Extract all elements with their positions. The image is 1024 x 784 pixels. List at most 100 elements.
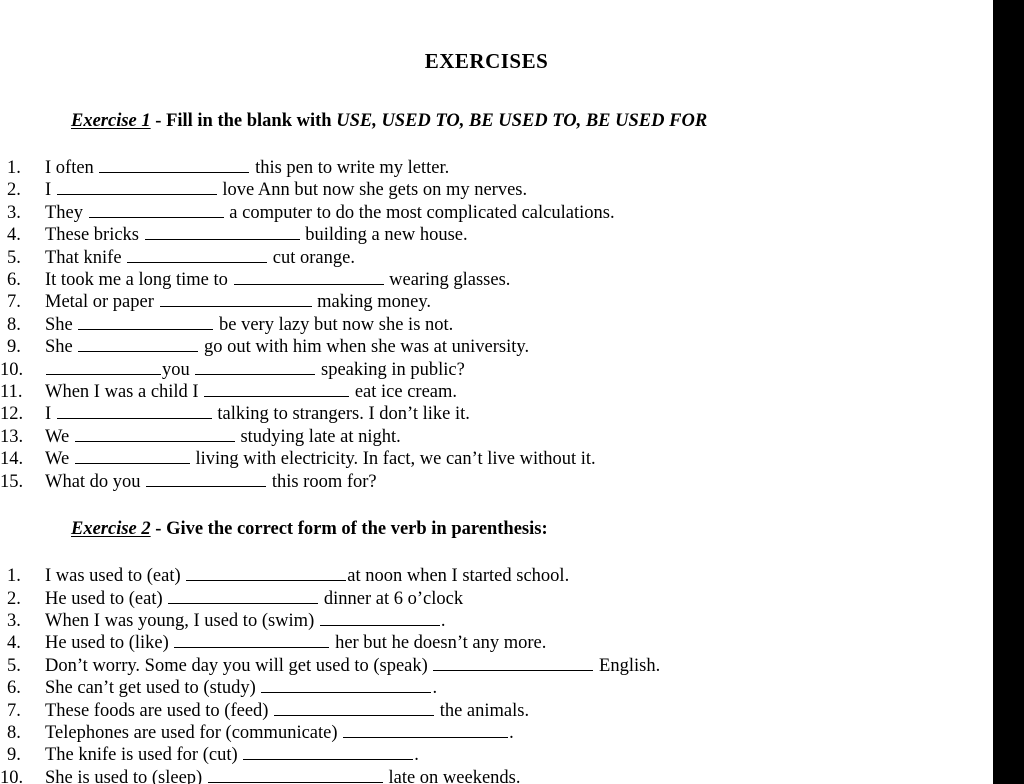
- list-item-number: 9.: [7, 745, 21, 766]
- list-item-text-before: She is used to (sleep): [45, 767, 207, 784]
- list-item: 3. When I was young, I used to (swim) .: [0, 610, 993, 632]
- list-item-number: 5.: [7, 247, 21, 268]
- list-item-text-after: talking to strangers. I don’t like it.: [212, 404, 470, 425]
- list-item-text-before: Metal or paper: [45, 292, 159, 313]
- answer-blank[interactable]: [127, 247, 268, 263]
- list-item-number: 1.: [7, 158, 21, 178]
- list-item-text-after: this room for?: [267, 471, 377, 492]
- answer-blank[interactable]: [233, 269, 384, 286]
- answer-blank[interactable]: [343, 722, 509, 738]
- list-item-text-before: They: [45, 202, 88, 223]
- list-item-text-before: That knife: [45, 247, 127, 268]
- list-item: 9. The knife is used for (cut) .: [0, 744, 993, 766]
- list-item: 8. Telephones are used for (communicate) …: [0, 722, 993, 744]
- list-item: 11. When I was a child I eat ice cream.: [0, 381, 993, 403]
- answer-blank[interactable]: [274, 700, 435, 716]
- list-item: 10. you speaking in public?: [0, 359, 993, 381]
- answer-blank[interactable]: [168, 588, 319, 604]
- list-item-number: 9.: [7, 337, 21, 358]
- list-item-number: 4.: [7, 225, 21, 246]
- list-item-text-after: making money.: [312, 292, 432, 313]
- page-edge-band: [993, 0, 1024, 784]
- list-item-text-after: .: [414, 745, 419, 766]
- answer-blank[interactable]: [433, 655, 594, 671]
- answer-blank[interactable]: [144, 224, 300, 241]
- list-item-number: 10.: [0, 767, 24, 784]
- exercise-2-heading: Exercise 2 - Give the correct form of th…: [0, 493, 993, 540]
- answer-blank[interactable]: [204, 381, 350, 398]
- answer-blank[interactable]: [56, 179, 217, 196]
- list-item-number: 7.: [7, 700, 21, 721]
- answer-blank[interactable]: [78, 314, 214, 330]
- list-item: 6. It took me a long time to wearing glas…: [0, 269, 993, 291]
- list-item-text-before: She: [45, 314, 78, 335]
- answer-blank[interactable]: [261, 677, 432, 694]
- list-item-text-after: late on weekends.: [383, 767, 521, 784]
- list-item-number: 15.: [0, 471, 24, 492]
- list-item-number: 1.: [7, 566, 21, 587]
- list-item-number: 4.: [7, 633, 21, 654]
- list-item-text-before: The knife is used for (cut): [45, 745, 243, 766]
- answer-blank[interactable]: [88, 202, 224, 218]
- page-title: EXERCISES: [424, 49, 549, 73]
- list-item: 15. What do you this room for?: [0, 471, 993, 493]
- list-item-text-before: We: [45, 449, 74, 470]
- exercise-1-forms: USE, USED TO, BE USED TO, BE USED FOR: [336, 111, 708, 131]
- exercise-1-instruction: Fill in the blank with: [166, 111, 337, 131]
- answer-blank[interactable]: [207, 767, 383, 783]
- list-item-number: 2.: [7, 180, 21, 201]
- list-item-text-middle: you: [162, 359, 195, 380]
- list-item-text-after: at noon when I started school.: [347, 566, 570, 587]
- list-item: 4. He used to (like) her but he doesn’t a…: [0, 632, 993, 654]
- exercise-1-dash: -: [150, 111, 167, 131]
- list-item-number: 5.: [7, 655, 21, 676]
- list-item-text-after: this pen to write my letter.: [250, 158, 450, 178]
- list-item: 12. I talking to strangers. I don’t like …: [0, 403, 993, 425]
- list-item-text-after: building a new house.: [300, 225, 468, 246]
- list-item-text-after: living with electricity. In fact, we can…: [190, 449, 596, 470]
- list-item-number: 11.: [0, 382, 23, 403]
- list-item: 13. We studying late at night.: [0, 426, 993, 448]
- exercise-2-dash: -: [150, 519, 167, 540]
- list-item-text-after: .: [509, 722, 514, 743]
- answer-blank[interactable]: [74, 448, 190, 465]
- answer-blank[interactable]: [159, 291, 312, 308]
- answer-blank[interactable]: [186, 565, 347, 582]
- answer-blank[interactable]: [146, 471, 267, 487]
- list-item-text-after: English.: [594, 655, 661, 676]
- list-item-text-before: I often: [45, 158, 99, 178]
- list-item-number: 3.: [7, 202, 21, 223]
- list-item-text-after: studying late at night.: [235, 426, 401, 447]
- answer-blank[interactable]: [46, 359, 161, 375]
- list-item: 7. These foods are used to (feed) the ani…: [0, 700, 993, 722]
- answer-blank[interactable]: [174, 632, 330, 649]
- answer-blank[interactable]: [243, 744, 414, 761]
- list-item-text-before: I: [45, 404, 56, 425]
- list-item-number: 3.: [7, 610, 21, 631]
- list-item-number: 10.: [0, 359, 24, 380]
- answer-blank[interactable]: [99, 157, 250, 173]
- answer-blank[interactable]: [195, 359, 316, 375]
- list-item-text-after: speaking in public?: [316, 359, 465, 380]
- list-item-number: 13.: [0, 426, 24, 447]
- list-item-number: 2.: [7, 588, 21, 609]
- list-item: 4. These bricks building a new house.: [0, 224, 993, 246]
- list-item-number: 7.: [7, 292, 21, 313]
- list-item-text-after: eat ice cream.: [350, 382, 458, 403]
- answer-blank[interactable]: [56, 403, 212, 420]
- answer-blank[interactable]: [78, 336, 199, 353]
- answer-blank[interactable]: [74, 426, 235, 442]
- list-item: 8. She be very lazy but now she is not.: [0, 314, 993, 336]
- answer-blank[interactable]: [319, 610, 440, 626]
- list-item-text-before: These bricks: [45, 225, 144, 246]
- exercise-2-label: Exercise 2: [71, 519, 151, 540]
- list-item-number: 6.: [7, 270, 21, 291]
- list-item-text-after: dinner at 6 o’clock: [319, 588, 464, 609]
- list-item-text-after: .: [432, 678, 438, 699]
- list-item: 5. Don’t worry. Some day you will get use…: [0, 655, 993, 677]
- list-item-number: 6.: [7, 678, 21, 699]
- list-item-text-before: What do you: [45, 471, 146, 492]
- list-item: 1. I was used to (eat) at noon when I sta…: [0, 565, 993, 587]
- list-item-text-after: go out with him when she was at universi…: [199, 337, 530, 358]
- list-item-text-after: her but he doesn’t any more.: [330, 633, 547, 654]
